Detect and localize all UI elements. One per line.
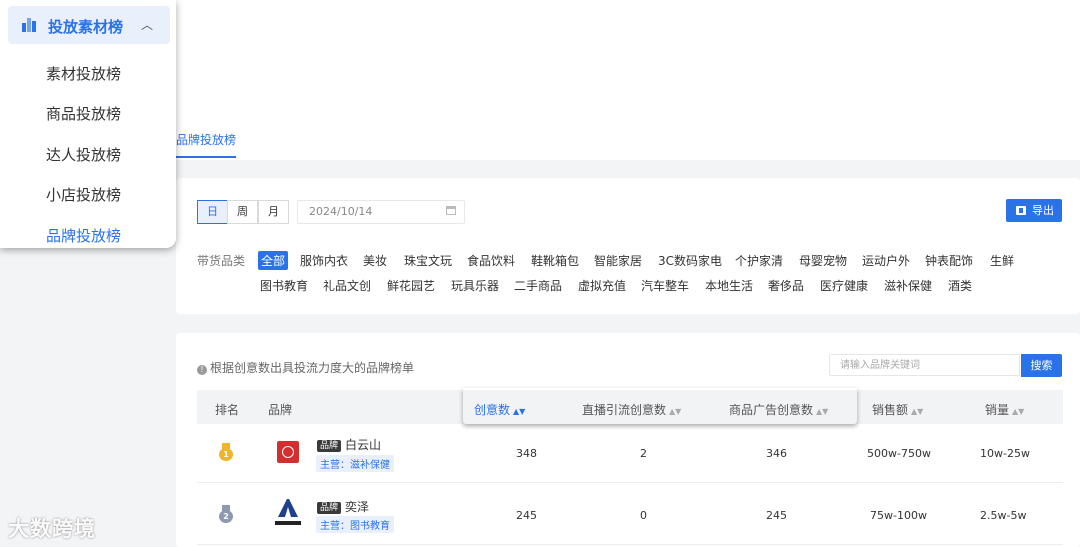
excel-icon bbox=[1016, 206, 1026, 215]
category-chip[interactable]: 本地生活 bbox=[705, 277, 753, 294]
row-divider bbox=[197, 544, 1063, 545]
brand-tag: 品牌 bbox=[317, 440, 342, 452]
row-divider bbox=[197, 482, 1063, 483]
cell-product-ad-creatives: 346 bbox=[766, 447, 787, 460]
sidebar-item-product[interactable]: 商品投放榜 bbox=[46, 103, 121, 124]
chevron-up-icon[interactable]: ︿ bbox=[141, 16, 153, 33]
category-chip[interactable]: 二手商品 bbox=[514, 277, 562, 294]
highlight-frame bbox=[463, 388, 857, 424]
cell-sales: 500w-750w bbox=[867, 447, 931, 460]
category-chip[interactable]: 钟表配饰 bbox=[925, 252, 973, 269]
category-chip[interactable]: 美妆 bbox=[363, 252, 387, 269]
period-day-button[interactable]: 日 bbox=[197, 200, 228, 224]
date-value: 2024/10/14 bbox=[309, 205, 373, 218]
brand-logo bbox=[275, 499, 301, 525]
category-chip[interactable]: 母婴宠物 bbox=[799, 252, 847, 269]
export-label: 导出 bbox=[1032, 204, 1054, 217]
brand-name[interactable]: 品牌 白云山 bbox=[317, 436, 381, 453]
brand-search-input[interactable]: 请输入品牌关键词 bbox=[829, 354, 1020, 376]
cell-live-creatives: 0 bbox=[640, 509, 647, 522]
sidebar-item-material[interactable]: 素材投放榜 bbox=[46, 63, 121, 84]
cell-volume: 10w-25w bbox=[980, 447, 1030, 460]
cell-volume: 2.5w-5w bbox=[980, 509, 1027, 522]
category-chip[interactable]: 鞋靴箱包 bbox=[531, 252, 579, 269]
cell-live-creatives: 2 bbox=[640, 447, 647, 460]
cell-sales: 75w-100w bbox=[870, 509, 927, 522]
period-month-button[interactable]: 月 bbox=[258, 200, 289, 224]
main-category-badge: 主营：图书教育 bbox=[316, 516, 394, 533]
sidebar-group-header[interactable]: 投放素材榜 ︿ bbox=[8, 6, 170, 44]
main-category-badge: 主营：滋补保健 bbox=[316, 455, 394, 472]
sort-icon: ▲▼ bbox=[1012, 407, 1025, 416]
sidebar-group-title: 投放素材榜 bbox=[48, 18, 124, 36]
cell-creatives: 245 bbox=[516, 509, 537, 522]
category-chip[interactable]: 虚拟充值 bbox=[578, 277, 626, 294]
rank-medal-gold-icon: 1 bbox=[219, 443, 233, 461]
date-picker[interactable]: 2024/10/14 bbox=[297, 200, 465, 224]
category-chip[interactable]: 个护家清 bbox=[735, 252, 783, 269]
category-chip[interactable]: 礼品文创 bbox=[323, 277, 371, 294]
rank-medal-silver-icon: 2 bbox=[219, 505, 233, 523]
category-chip[interactable]: 生鲜 bbox=[990, 252, 1014, 269]
category-chip[interactable]: 奢侈品 bbox=[768, 277, 804, 294]
category-chip[interactable]: 珠宝文玩 bbox=[404, 252, 452, 269]
brand-logo bbox=[277, 441, 299, 463]
tab-brand-ranking[interactable]: 品牌投放榜 bbox=[176, 131, 237, 158]
category-chip[interactable]: 玩具乐器 bbox=[451, 277, 499, 294]
watermark: 大数跨境 bbox=[8, 517, 96, 541]
col-rank: 排名 bbox=[215, 403, 240, 417]
category-chip[interactable]: 运动户外 bbox=[862, 252, 910, 269]
calendar-icon bbox=[446, 206, 456, 215]
search-button[interactable]: 搜索 bbox=[1021, 354, 1062, 377]
category-chip[interactable]: 食品饮料 bbox=[467, 252, 515, 269]
col-brand: 品牌 bbox=[268, 403, 293, 417]
category-chip[interactable]: 服饰内衣 bbox=[300, 252, 348, 269]
category-chip[interactable]: 图书教育 bbox=[260, 277, 308, 294]
category-chip[interactable]: 全部 bbox=[258, 251, 289, 270]
category-chip[interactable]: 智能家居 bbox=[594, 252, 642, 269]
category-label: 带货品类 bbox=[197, 254, 246, 268]
brand-name[interactable]: 品牌 奕泽 bbox=[317, 498, 369, 515]
sidebar-item-brand[interactable]: 品牌投放榜 bbox=[46, 225, 121, 246]
col-volume[interactable]: 销量 ▲▼ bbox=[985, 401, 1024, 418]
brand-tag: 品牌 bbox=[317, 502, 342, 514]
sidebar-item-influencer[interactable]: 达人投放榜 bbox=[46, 144, 121, 165]
bar-chart-icon bbox=[22, 18, 36, 32]
info-icon: ! bbox=[197, 365, 207, 375]
col-sales[interactable]: 销售额 ▲▼ bbox=[872, 401, 923, 418]
period-week-button[interactable]: 周 bbox=[227, 200, 258, 224]
export-button[interactable]: 导出 bbox=[1006, 199, 1062, 222]
category-chip[interactable]: 汽车整车 bbox=[641, 277, 689, 294]
ranking-note-text: 根据创意数出具投流力度大的品牌榜单 bbox=[210, 361, 415, 375]
cell-product-ad-creatives: 245 bbox=[766, 509, 787, 522]
filter-panel bbox=[176, 178, 1080, 314]
ranking-note: ! 根据创意数出具投流力度大的品牌榜单 bbox=[197, 359, 414, 376]
sort-icon: ▲▼ bbox=[911, 407, 924, 416]
sidebar-item-shop[interactable]: 小店投放榜 bbox=[46, 184, 121, 205]
category-chip[interactable]: 滋补保健 bbox=[884, 277, 932, 294]
sidebar-dropdown: 投放素材榜 ︿ 素材投放榜 商品投放榜 达人投放榜 小店投放榜 品牌投放榜 bbox=[0, 0, 176, 248]
category-chip[interactable]: 鲜花园艺 bbox=[387, 277, 435, 294]
category-chip[interactable]: 医疗健康 bbox=[820, 277, 868, 294]
category-chip[interactable]: 3C数码家电 bbox=[658, 252, 722, 269]
category-chip[interactable]: 酒类 bbox=[948, 277, 972, 294]
cell-creatives: 348 bbox=[516, 447, 537, 460]
